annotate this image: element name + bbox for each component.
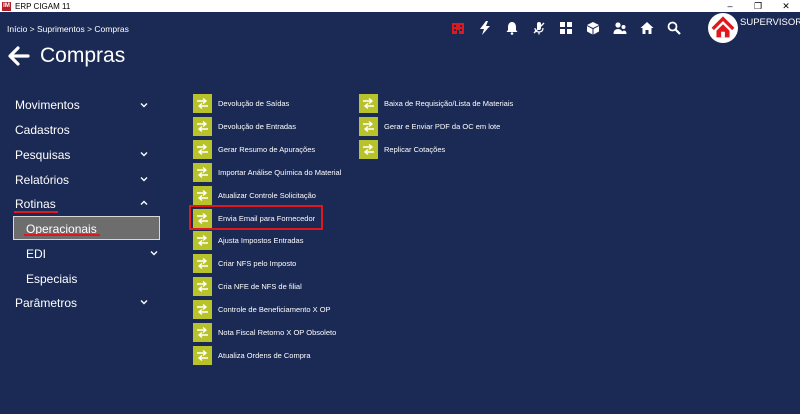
- routine-item[interactable]: Baixa de Requisição/Lista de Materiais: [359, 94, 513, 113]
- sidebar-item-cadastros[interactable]: Cadastros: [15, 123, 70, 137]
- sidebar-item-label: Relatórios: [15, 173, 70, 187]
- routine-arrows-icon: [193, 185, 212, 205]
- sidebar-item-rotinas[interactable]: Rotinas: [15, 197, 56, 211]
- minimize-button[interactable]: –: [716, 0, 744, 12]
- chevron-down-icon[interactable]: [140, 175, 148, 183]
- bell-icon[interactable]: [498, 17, 525, 39]
- sidebar-subitem-edi[interactable]: EDI: [26, 247, 46, 261]
- chevron-down-icon[interactable]: [140, 150, 148, 158]
- lightning-icon[interactable]: [471, 17, 498, 39]
- routine-item[interactable]: Devolução de Saídas: [193, 94, 289, 113]
- sidebar-item-label: Parâmetros: [15, 296, 78, 310]
- routine-item[interactable]: Nota Fiscal Retorno X OP Obsoleto: [193, 323, 336, 342]
- routine-label: Gerar Resumo de Apurações: [218, 144, 316, 154]
- routine-label: Atualiza Ordens de Compra: [218, 350, 311, 360]
- sidebar-subitem-label: Especiais: [26, 272, 78, 286]
- routine-arrows-icon: [193, 116, 212, 136]
- routine-arrows-icon: [193, 139, 212, 159]
- window-titlebar: IM ERP CIGAM 11 – ❐ ✕: [0, 0, 800, 12]
- page-header: Compras: [8, 44, 125, 68]
- routine-label: Gerar e Enviar PDF da OC em lote: [384, 121, 501, 131]
- home-icon[interactable]: [633, 17, 660, 39]
- user-menu[interactable]: SUPERVISOR: [708, 13, 800, 45]
- breadcrumb: Início > Suprimentos > Compras: [7, 24, 129, 34]
- chevron-down-icon[interactable]: [140, 101, 148, 109]
- routine-arrows-icon: [193, 277, 212, 297]
- routine-item[interactable]: Gerar Resumo de Apurações: [193, 139, 316, 159]
- building-icon[interactable]: [444, 17, 471, 39]
- sidebar-subitem-operacionais[interactable]: Operacionais: [13, 216, 160, 240]
- routine-label: Ajusta Impostos Entradas: [218, 236, 304, 246]
- routine-label: Cria NFE de NFS de filial: [218, 282, 302, 292]
- user-name: SUPERVISOR: [740, 17, 800, 28]
- chevron-down-icon[interactable]: [140, 298, 148, 306]
- routine-item[interactable]: Replicar Cotações: [359, 139, 446, 159]
- sidebar-item-pesquisas[interactable]: Pesquisas: [15, 148, 70, 162]
- routine-arrows-icon: [193, 254, 212, 274]
- rotinas-underline: [14, 211, 58, 213]
- restore-button[interactable]: ❐: [744, 0, 772, 12]
- routine-arrows-icon: [193, 162, 212, 182]
- routine-item[interactable]: Atualizar Controle Solicitação: [193, 185, 316, 205]
- search-icon[interactable]: [660, 17, 687, 39]
- routine-item[interactable]: Controle de Beneficiamento X OP: [193, 300, 331, 320]
- users-icon[interactable]: [606, 17, 633, 39]
- routine-label: Nota Fiscal Retorno X OP Obsoleto: [218, 328, 337, 337]
- window-title: ERP CIGAM 11: [15, 1, 71, 11]
- page-title: Compras: [40, 44, 126, 67]
- routine-arrows-icon: [359, 116, 378, 136]
- routine-item[interactable]: Criar NFS pelo Imposto: [193, 254, 297, 274]
- routine-label: Atualizar Controle Solicitação: [218, 190, 316, 200]
- routine-label: Criar NFS pelo Imposto: [218, 259, 297, 269]
- toolbar: [444, 17, 687, 39]
- chevron-up-icon[interactable]: [140, 199, 148, 207]
- routine-item[interactable]: Gerar e Enviar PDF da OC em lote: [359, 116, 501, 136]
- sidebar-subitem-label: EDI: [26, 247, 47, 261]
- routine-label: Replicar Cotações: [384, 144, 446, 154]
- routine-label: Devolução de Saídas: [218, 99, 290, 108]
- routine-item[interactable]: Devolução de Entradas: [193, 116, 296, 136]
- sidebar-item-relatorios[interactable]: Relatórios: [15, 173, 69, 187]
- routine-arrows-icon: [193, 300, 212, 320]
- routine-item[interactable]: Atualiza Ordens de Compra: [193, 345, 311, 365]
- sidebar-item-label: Pesquisas: [15, 148, 71, 162]
- routine-arrows-icon: [359, 139, 378, 159]
- grid-icon[interactable]: [552, 17, 579, 39]
- routine-arrows-icon: [193, 345, 212, 365]
- sidebar-item-label: Cadastros: [15, 123, 70, 137]
- close-button[interactable]: ✕: [772, 0, 800, 12]
- routine-arrows-icon: [193, 323, 212, 342]
- sidebar-item-label: Movimentos: [15, 98, 80, 112]
- sidebar-subitem-especiais[interactable]: Especiais: [26, 272, 77, 286]
- routine-arrows-icon: [193, 94, 212, 113]
- routine-label: Devolução de Entradas: [218, 121, 296, 131]
- routine-item[interactable]: Cria NFE de NFS de filial: [193, 277, 302, 297]
- routine-arrows-icon: [359, 94, 378, 113]
- sidebar-item-label: Rotinas: [15, 197, 56, 211]
- sidebar-item-parametros[interactable]: Parâmetros: [15, 296, 77, 310]
- routine-label: Importar Análise Química do Material: [218, 167, 342, 177]
- operacionais-underline: [24, 234, 100, 236]
- routine-label: Controle de Beneficiamento X OP: [218, 305, 331, 315]
- back-arrow-icon[interactable]: [8, 45, 30, 67]
- microphone-off-icon[interactable]: [525, 17, 552, 39]
- chevron-down-icon[interactable]: [150, 249, 158, 257]
- routine-item[interactable]: Importar Análise Química do Material: [193, 162, 342, 182]
- highlight-envia-email: [189, 205, 323, 230]
- app-logo: IM: [2, 1, 11, 11]
- routine-item[interactable]: Ajusta Impostos Entradas: [193, 231, 304, 251]
- routine-label: Baixa de Requisição/Lista de Materiais: [384, 99, 514, 108]
- routine-arrows-icon: [193, 231, 212, 251]
- sidebar-item-movimentos[interactable]: Movimentos: [15, 98, 80, 112]
- box-icon[interactable]: [579, 17, 606, 39]
- user-avatar-icon: [708, 13, 738, 43]
